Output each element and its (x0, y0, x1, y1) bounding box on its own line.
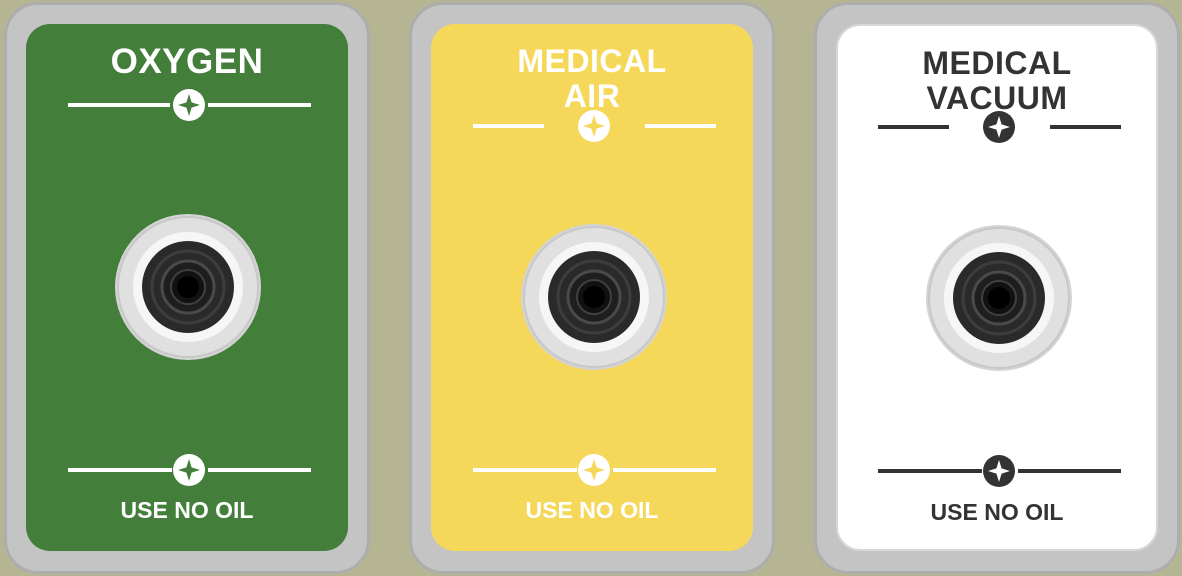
medical-air-warning-text: USE NO OIL (525, 497, 659, 523)
medical-air-outlet-bezel: MEDICAL AIR USE NO OIL (409, 2, 775, 574)
oxygen-outlet-bezel: OXYGEN USE NO OIL (4, 2, 370, 574)
oxygen-warning-text: USE NO OIL (120, 497, 254, 523)
four-point-star-icon (578, 454, 610, 486)
medical-vacuum-outlet-bezel: MEDICAL VACUUM USE NO OIL (814, 2, 1180, 574)
gas-outlet-panel: OXYGEN USE NO OIL MEDICAL AIR USE NO OIL… (0, 0, 1182, 576)
medical-vacuum-outlet-graphics (878, 111, 1121, 487)
four-point-star-icon (578, 110, 610, 142)
four-point-star-icon (173, 89, 205, 121)
medical-air-quick-connect-socket[interactable] (521, 224, 667, 370)
medical-vacuum-outlet-plate: MEDICAL VACUUM USE NO OIL (836, 24, 1158, 551)
four-point-star-icon (983, 455, 1015, 487)
four-point-star-icon (983, 111, 1015, 143)
four-point-star-icon (173, 454, 205, 486)
medical-air-outlet-graphics (473, 110, 716, 486)
oxygen-outlet-plate: OXYGEN USE NO OIL (26, 24, 348, 551)
oxygen-outlet-graphics (68, 89, 311, 486)
medical-vacuum-warning-text: USE NO OIL (930, 499, 1064, 525)
oxygen-quick-connect-socket[interactable] (115, 214, 261, 360)
medical-air-outlet-plate: MEDICAL AIR USE NO OIL (431, 24, 753, 551)
medical-vacuum-quick-connect-socket[interactable] (926, 225, 1072, 371)
